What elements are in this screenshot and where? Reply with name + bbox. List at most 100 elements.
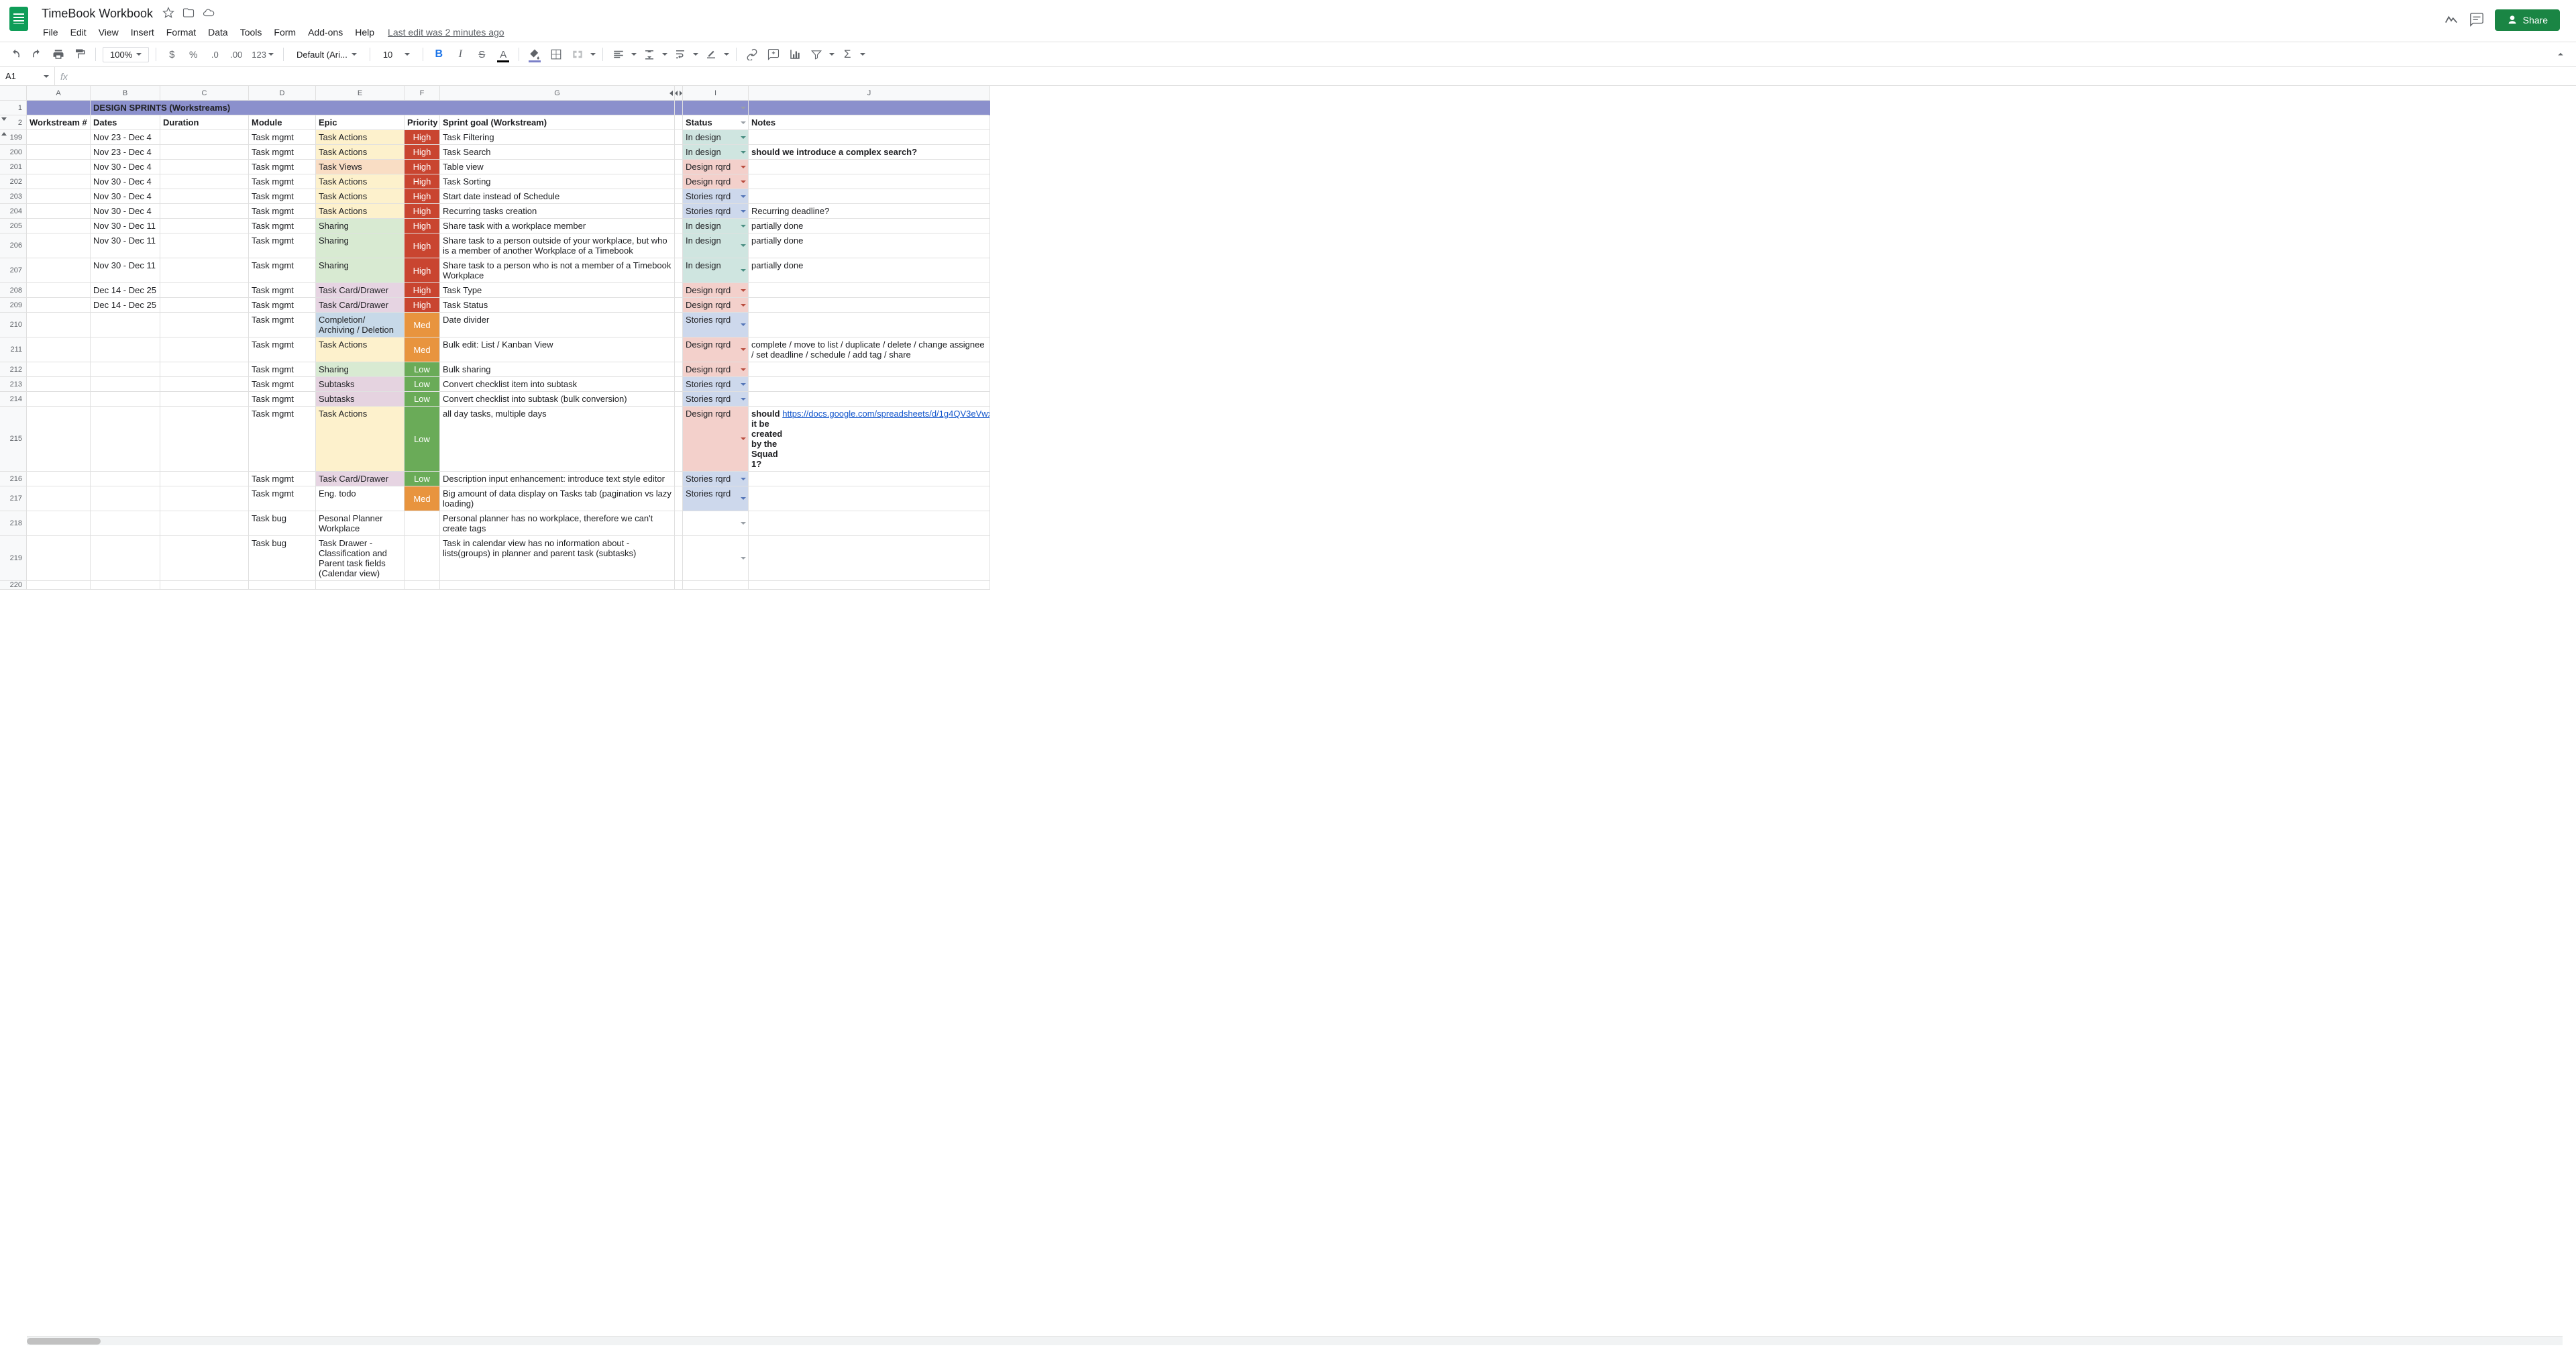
row-header[interactable]: 199 [0, 130, 27, 145]
more-formats-button[interactable]: 123 [249, 46, 276, 63]
cell-module[interactable]: Task mgmt [249, 130, 316, 145]
comments-icon[interactable] [2469, 12, 2484, 29]
cell-priority[interactable]: Med [405, 486, 440, 511]
row-header[interactable]: 212 [0, 362, 27, 377]
fill-color-button[interactable] [526, 46, 543, 63]
cell[interactable] [160, 145, 249, 160]
bold-button[interactable]: B [430, 46, 447, 63]
cell-epic[interactable]: Task Actions [316, 145, 405, 160]
filter-dropdown[interactable] [829, 53, 835, 56]
cell[interactable] [27, 130, 91, 145]
cell-epic[interactable]: Task Actions [316, 130, 405, 145]
cell-priority[interactable]: High [405, 298, 440, 313]
cell[interactable] [160, 174, 249, 189]
col-header[interactable]: C [160, 86, 249, 101]
activity-icon[interactable] [2444, 12, 2459, 29]
cell-notes[interactable] [749, 536, 990, 581]
row-header[interactable]: 2 [0, 115, 27, 130]
cell-goal[interactable]: Date divider [440, 313, 675, 337]
cell-priority[interactable]: High [405, 130, 440, 145]
cell-priority[interactable]: High [405, 145, 440, 160]
paint-format-button[interactable] [71, 46, 89, 63]
cell[interactable] [27, 407, 91, 472]
cell-goal[interactable]: Bulk edit: List / Kanban View [440, 337, 675, 362]
cell-goal[interactable]: Start date instead of Schedule [440, 189, 675, 204]
note-link[interactable]: https://docs.google.com/spreadsheets/d/1… [782, 409, 990, 419]
col-header[interactable]: A [27, 86, 91, 101]
move-icon[interactable] [182, 7, 195, 21]
cell-module[interactable]: Task mgmt [249, 377, 316, 392]
halign-dropdown[interactable] [631, 53, 637, 56]
cell-priority[interactable]: High [405, 258, 440, 283]
cell[interactable] [675, 219, 683, 233]
cell-epic[interactable]: Sharing [316, 258, 405, 283]
row-header[interactable]: 206 [0, 233, 27, 258]
cell[interactable] [160, 392, 249, 407]
cell[interactable] [160, 258, 249, 283]
cell-notes[interactable]: should it be created by the Squad 1?http… [749, 407, 990, 472]
cell-epic[interactable]: Subtasks [316, 392, 405, 407]
cell-status[interactable]: In design [683, 219, 749, 233]
print-button[interactable] [50, 46, 67, 63]
cell-dates[interactable] [91, 536, 160, 581]
cell-goal[interactable]: Task Status [440, 298, 675, 313]
cell-epic[interactable]: Task Actions [316, 407, 405, 472]
col-header[interactable]: B [91, 86, 160, 101]
strike-button[interactable]: S [473, 46, 490, 63]
cell-priority[interactable]: Med [405, 337, 440, 362]
cell-notes[interactable] [749, 511, 990, 536]
header-cell[interactable]: Dates [91, 115, 160, 130]
cell-dates[interactable] [91, 377, 160, 392]
cell[interactable] [160, 204, 249, 219]
cell-notes[interactable] [749, 298, 990, 313]
cell[interactable] [160, 362, 249, 377]
cell[interactable] [675, 283, 683, 298]
cell[interactable] [160, 377, 249, 392]
cell-notes[interactable] [749, 189, 990, 204]
cell-epic[interactable]: Task Drawer - Classification and Parent … [316, 536, 405, 581]
cell-goal[interactable]: Recurring tasks creation [440, 204, 675, 219]
cell-priority[interactable]: Low [405, 377, 440, 392]
cell-status[interactable]: Stories rqrd [683, 392, 749, 407]
row-header[interactable]: 208 [0, 283, 27, 298]
cell-epic[interactable]: Sharing [316, 362, 405, 377]
cell[interactable] [27, 101, 91, 115]
last-edit-link[interactable]: Last edit was 2 minutes ago [388, 27, 504, 38]
cell-module[interactable]: Task bug [249, 511, 316, 536]
formula-input[interactable] [73, 67, 2576, 85]
cell-dates[interactable] [91, 486, 160, 511]
cell-status[interactable]: Design rqrd [683, 337, 749, 362]
menu-form[interactable]: Form [268, 24, 301, 40]
decimal-increase-button[interactable]: .00 [227, 46, 245, 63]
cell[interactable] [27, 233, 91, 258]
cell[interactable] [27, 189, 91, 204]
header-cell[interactable]: Workstream # [27, 115, 91, 130]
cloud-icon[interactable] [203, 7, 215, 21]
cell[interactable] [675, 115, 683, 130]
cell-notes[interactable] [749, 160, 990, 174]
cell-status[interactable]: Stories rqrd [683, 204, 749, 219]
cell[interactable] [160, 337, 249, 362]
menu-file[interactable]: File [38, 24, 64, 40]
cell-dates[interactable] [91, 337, 160, 362]
cell-epic[interactable]: Task Actions [316, 204, 405, 219]
cell-dates[interactable]: Nov 30 - Dec 4 [91, 160, 160, 174]
cell[interactable] [27, 581, 91, 590]
cell-module[interactable]: Task mgmt [249, 283, 316, 298]
cell-priority[interactable]: Low [405, 362, 440, 377]
row-header[interactable]: 201 [0, 160, 27, 174]
cell[interactable] [27, 258, 91, 283]
cell[interactable] [27, 362, 91, 377]
name-box[interactable]: A1 [0, 67, 55, 85]
cell[interactable] [675, 145, 683, 160]
header-cell[interactable]: Duration [160, 115, 249, 130]
row-header[interactable]: 204 [0, 204, 27, 219]
cell-goal[interactable]: Task in calendar view has no information… [440, 536, 675, 581]
cell[interactable] [160, 313, 249, 337]
row-header[interactable]: 214 [0, 392, 27, 407]
cell-notes[interactable]: partially done [749, 219, 990, 233]
menu-help[interactable]: Help [350, 24, 380, 40]
cell[interactable] [160, 283, 249, 298]
cell[interactable] [749, 101, 990, 115]
cell-module[interactable]: Task mgmt [249, 233, 316, 258]
